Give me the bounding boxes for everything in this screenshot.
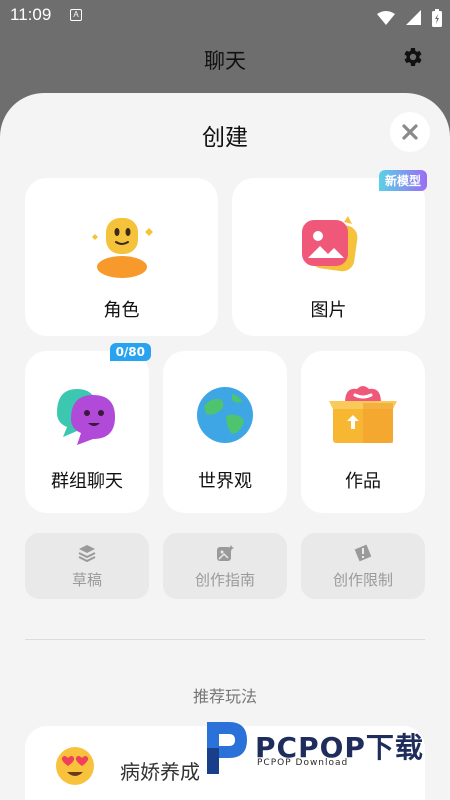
creation-guide-label: 创作指南 [194,571,255,589]
heart-eyes-emoji-icon [56,747,94,785]
pcpop-watermark: PCPOP下载 PCPOP Download [203,718,443,778]
group-count-badge: 0/80 [109,343,151,361]
image-label: 图片 [310,300,347,321]
status-time: 11:09 [10,5,52,24]
guide-icon [217,545,234,561]
battery-icon [432,8,442,27]
layers-icon [78,545,96,562]
role-label: 角色 [103,300,140,321]
draft-label: 草稿 [71,571,102,589]
creation-limits-button[interactable]: 创作限制 [301,533,425,599]
notification-icon: A [70,9,82,21]
gear-icon [404,48,422,66]
create-role-card[interactable]: 角色 [25,178,218,336]
image-icon [302,216,358,272]
recommend-item-label: 病娇养成 [120,760,200,784]
new-model-badge: 新模型 [378,170,427,191]
works-label: 作品 [345,471,381,492]
box-icon [329,386,397,443]
role-face-icon [92,218,153,278]
close-icon [402,124,418,140]
create-worldview-card[interactable]: 世界观 [163,351,287,513]
create-image-card[interactable]: 新模型 图片 [232,170,427,336]
pcpop-logo-icon [207,722,247,774]
wifi-icon [376,10,395,25]
create-group-chat-card[interactable]: 0/80 群组聊天 [25,343,151,513]
worldview-label: 世界观 [198,471,252,492]
status-bar: 11:09 A [0,0,450,32]
create-works-card[interactable]: 作品 [301,351,425,513]
draft-button[interactable]: 草稿 [25,533,149,599]
divider [25,639,425,640]
creation-limits-label: 创作限制 [332,571,393,589]
create-sheet: 创建 角色 新模型 图片 0/80 群组聊天 世界观 作品 草稿 创作指南 创作… [0,93,450,800]
close-button[interactable] [390,112,430,152]
signal-icon [405,10,421,25]
warning-icon [354,544,372,562]
globe-icon [197,387,253,443]
status-icons [371,7,442,27]
group-chat-label: 群组聊天 [51,471,123,492]
sheet-title: 创建 [202,125,248,151]
creation-guide-button[interactable]: 创作指南 [163,533,287,599]
settings-button[interactable] [400,45,424,69]
recommend-section-title: 推荐玩法 [192,687,257,706]
watermark-subtext: PCPOP Download [257,758,349,768]
group-chat-icon [57,389,115,445]
page-title: 聊天 [204,49,246,73]
